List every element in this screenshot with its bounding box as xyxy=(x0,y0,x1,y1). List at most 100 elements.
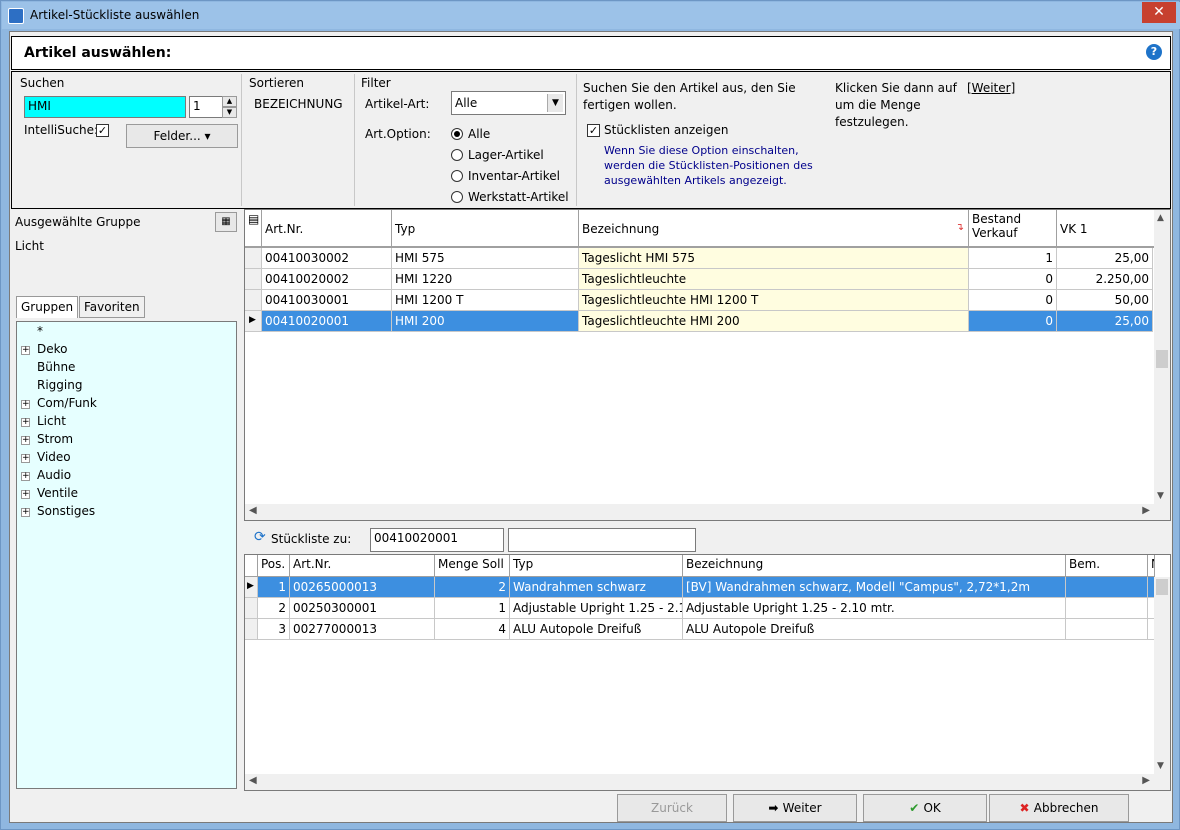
tree-item[interactable]: Video xyxy=(37,450,71,464)
col-bestand[interactable]: Bestand Verkauf xyxy=(969,210,1057,247)
bom-checkbox-label: Stücklisten anzeigen xyxy=(604,123,729,137)
row-selector-icon[interactable]: ▤ xyxy=(245,210,262,247)
close-button[interactable]: ✕ xyxy=(1142,2,1176,23)
col-bezeichnung[interactable]: Bezeichnung xyxy=(683,555,1066,577)
cell-pos: 1 xyxy=(258,577,290,598)
bom-artnr-field[interactable]: 00410020001 xyxy=(370,528,504,552)
tab-favoriten[interactable]: Favoriten xyxy=(79,296,145,318)
expand-icon[interactable]: + xyxy=(21,400,30,409)
tab-gruppen[interactable]: Gruppen xyxy=(16,296,79,318)
scroll-left-icon[interactable]: ◀ xyxy=(249,505,257,516)
scroll-left-icon[interactable]: ◀ xyxy=(249,775,257,786)
cell-bestand: 1 xyxy=(969,248,1057,269)
radio-inventar-label: Inventar-Artikel xyxy=(468,169,560,183)
header-bar: Artikel auswählen: ? xyxy=(11,36,1171,70)
col-vk[interactable]: VK 1 xyxy=(1057,210,1155,247)
tree-view-icon[interactable]: ▦ xyxy=(215,212,237,232)
col-menge[interactable]: Menge Soll xyxy=(435,555,510,577)
cancel-icon: ✖ xyxy=(1019,801,1034,815)
refresh-icon[interactable]: ⟳ xyxy=(254,529,266,545)
scroll-thumb[interactable] xyxy=(1156,350,1168,368)
chevron-down-icon[interactable]: ▼ xyxy=(547,94,563,112)
scroll-down-icon[interactable]: ▼ xyxy=(1157,761,1164,771)
ok-button[interactable]: ✔ OK xyxy=(863,794,987,822)
current-row-icon[interactable]: ▶ xyxy=(245,311,262,332)
cell-typ: HMI 1220 xyxy=(392,269,579,290)
horizontal-scrollbar[interactable]: ◀ ▶ xyxy=(245,774,1170,790)
radio-alle[interactable] xyxy=(451,128,463,140)
app-icon xyxy=(8,8,24,24)
tree-item[interactable]: Sonstiges xyxy=(37,504,95,518)
row-selector[interactable] xyxy=(245,290,262,311)
tree-item[interactable]: Com/Funk xyxy=(37,396,97,410)
expand-icon[interactable]: + xyxy=(21,436,30,445)
expand-icon[interactable]: + xyxy=(21,346,30,355)
expand-icon[interactable]: + xyxy=(21,490,30,499)
col-bezeichnung[interactable]: Bezeichnung ↴ xyxy=(579,210,969,247)
col-artnr[interactable]: Art.Nr. xyxy=(262,210,392,247)
tree-item[interactable]: Ventile xyxy=(37,486,78,500)
vertical-scrollbar[interactable]: ▲ ▼ xyxy=(1154,210,1170,506)
expand-icon[interactable]: + xyxy=(21,418,30,427)
page-title: Artikel auswählen: xyxy=(24,45,172,61)
cell-bez: Tageslichtleuchte xyxy=(579,269,969,290)
radio-lager[interactable] xyxy=(451,149,463,161)
count-up-button[interactable]: ▲ xyxy=(222,96,237,107)
scroll-right-icon[interactable]: ▶ xyxy=(1142,505,1150,516)
tree-item[interactable]: Audio xyxy=(37,468,71,482)
scroll-up-icon[interactable]: ▲ xyxy=(1157,213,1164,223)
vertical-scrollbar[interactable]: ▼ xyxy=(1154,577,1170,776)
next-button[interactable]: ➡ Weiter xyxy=(733,794,857,822)
tree-item[interactable]: * xyxy=(37,324,43,338)
dialog-window: Artikel-Stückliste auswählen ✕ Artikel a… xyxy=(0,0,1180,830)
radio-werkstatt[interactable] xyxy=(451,191,463,203)
col-pos[interactable]: Pos. xyxy=(258,555,290,577)
tree-item[interactable]: Rigging xyxy=(37,378,82,392)
col-typ[interactable]: Typ xyxy=(392,210,579,247)
count-input[interactable]: 1 xyxy=(189,96,223,118)
cell-typ: HMI 575 xyxy=(392,248,579,269)
search-input[interactable]: HMI xyxy=(24,96,186,118)
expand-icon[interactable]: + xyxy=(21,472,30,481)
scroll-down-icon[interactable]: ▼ xyxy=(1157,491,1164,501)
scroll-thumb[interactable] xyxy=(1156,579,1168,595)
bom-header: Pos. Art.Nr. Menge Soll Typ Bezeichnung … xyxy=(245,555,1155,577)
back-button[interactable]: Zurück xyxy=(617,794,727,822)
expand-icon[interactable]: + xyxy=(21,508,30,517)
current-row-icon[interactable]: ▶ xyxy=(245,577,258,598)
row-selector-header xyxy=(245,555,258,577)
tree-item[interactable]: Strom xyxy=(37,432,73,446)
help-icon[interactable]: ? xyxy=(1146,44,1162,60)
radio-inventar[interactable] xyxy=(451,170,463,182)
articles-grid: ▤ Art.Nr. Typ Bezeichnung ↴ Bestand Verkau… xyxy=(244,209,1171,521)
col-bestand-line1: Bestand xyxy=(972,212,1022,226)
tree-item[interactable]: Bühne xyxy=(37,360,75,374)
horizontal-scrollbar[interactable]: ◀ ▶ xyxy=(245,504,1170,520)
cell-menge: 2 xyxy=(435,577,510,598)
weiter-link[interactable]: [Weiter] xyxy=(967,81,1015,95)
cell-typ: HMI 200 xyxy=(392,311,579,332)
tree-item[interactable]: Licht xyxy=(37,414,66,428)
cell-menge: 4 xyxy=(435,619,510,640)
col-typ[interactable]: Typ xyxy=(510,555,683,577)
fields-button[interactable]: Felder... ▾ xyxy=(126,124,238,148)
row-selector[interactable] xyxy=(245,248,262,269)
tree-item[interactable]: Deko xyxy=(37,342,68,356)
expand-icon[interactable]: + xyxy=(21,454,30,463)
row-selector[interactable] xyxy=(245,598,258,619)
bom-checkbox[interactable]: ✓ xyxy=(587,124,600,137)
cell-bem xyxy=(1066,577,1148,598)
article-type-select[interactable]: Alle ▼ xyxy=(451,91,566,115)
row-selector[interactable] xyxy=(245,619,258,640)
scroll-right-icon[interactable]: ▶ xyxy=(1142,775,1150,786)
cancel-button[interactable]: ✖ Abbrechen xyxy=(989,794,1129,822)
sort-icon: ↴ xyxy=(955,222,964,233)
col-n[interactable]: N xyxy=(1148,555,1155,577)
col-bem[interactable]: Bem. xyxy=(1066,555,1148,577)
bom-description-field[interactable] xyxy=(508,528,696,552)
count-down-button[interactable]: ▼ xyxy=(222,107,237,118)
ok-button-label: OK xyxy=(923,801,941,815)
row-selector[interactable] xyxy=(245,269,262,290)
col-artnr[interactable]: Art.Nr. xyxy=(290,555,435,577)
intellisearch-checkbox[interactable]: ✓ xyxy=(96,124,109,137)
